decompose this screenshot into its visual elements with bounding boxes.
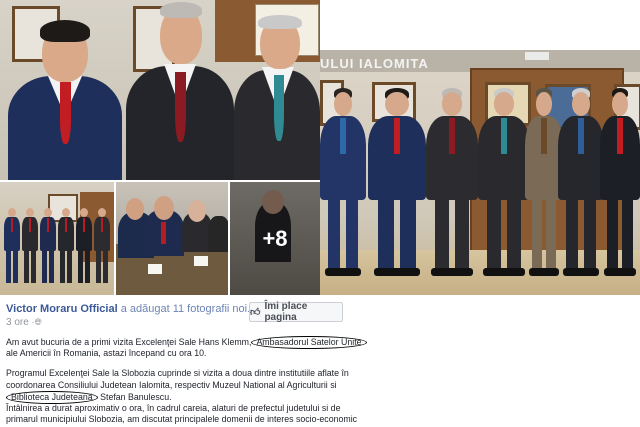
thumbs-up-icon: 👍︎ <box>250 307 261 318</box>
group-person <box>600 88 640 278</box>
gallery-thumb-3[interactable]: +8 <box>230 182 320 295</box>
post-line-6: Întâlnirea a durat aproximativ o ora, în… <box>6 403 341 413</box>
more-photos-count: +8 <box>230 182 320 295</box>
author-name[interactable]: Victor Moraru Official <box>6 303 118 315</box>
post-section: Victor Moraru Official a adăugat 11 foto… <box>0 298 640 427</box>
thumb-person <box>22 208 38 288</box>
thumb-person <box>94 208 110 288</box>
banner-text: ULUI IALOMITA <box>320 56 429 71</box>
post-line-2: ale Americii în Romania, astazi începand… <box>6 348 207 358</box>
post-timestamp: 3 ore ·🌐︎ <box>6 317 42 328</box>
group-person <box>320 88 366 278</box>
post-action-text: a adăugat 11 fotografii noi. <box>120 303 251 315</box>
group-person <box>368 88 426 278</box>
thumb-person <box>76 208 92 288</box>
thumb-person <box>4 208 20 288</box>
post-line-3: Programul Excelenţei Sale la Slobozia cu… <box>6 368 349 378</box>
like-page-button[interactable]: 👍︎ Îmi place pagina <box>249 301 343 323</box>
post-line-1-text: Am avut bucuria de a primi vizita Excele… <box>6 337 252 347</box>
like-page-label: Îmi place pagina <box>264 301 308 323</box>
post-line-4: coordonarea Consiliului Judetean Ialomit… <box>6 380 337 390</box>
thumb-person <box>58 208 74 288</box>
post-header: Victor Moraru Official a adăugat 11 foto… <box>6 303 250 315</box>
time-text[interactable]: 3 ore <box>6 317 29 328</box>
post-line-7: primarul municipiului Slobozia, am discu… <box>6 414 358 424</box>
globe-icon: ·🌐︎ <box>31 317 42 327</box>
group-person <box>426 88 478 278</box>
gallery-thumb-1[interactable] <box>0 182 114 295</box>
post-line-5-text: Stefan Banulescu. <box>97 392 172 402</box>
gallery-thumb-2[interactable] <box>116 182 228 295</box>
group-person <box>558 88 604 278</box>
gallery-photo-main[interactable] <box>0 0 320 180</box>
thumb-person <box>40 208 56 288</box>
group-person <box>478 88 530 278</box>
